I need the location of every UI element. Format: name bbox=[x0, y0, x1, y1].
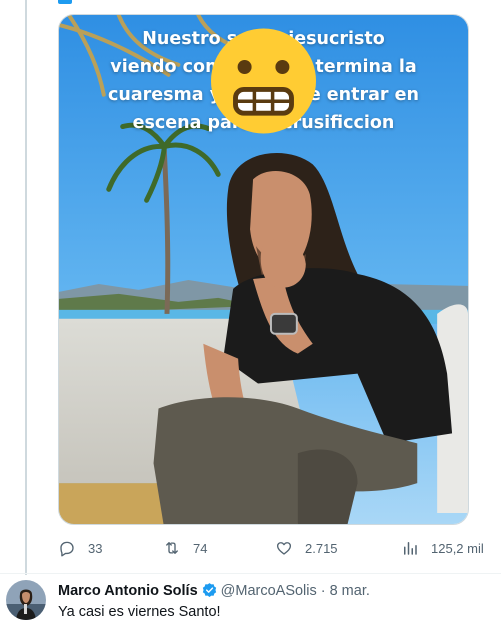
reply-timestamp[interactable]: 8 mar. bbox=[330, 583, 370, 599]
tweet-divider bbox=[0, 573, 501, 574]
author-name[interactable]: Marco Antonio Solís bbox=[58, 583, 198, 599]
thread-connector-line bbox=[25, 0, 27, 575]
repost-button[interactable]: 74 bbox=[163, 539, 207, 557]
like-count: 2.715 bbox=[305, 540, 338, 556]
repost-icon bbox=[166, 542, 178, 554]
user-avatar-image bbox=[6, 580, 46, 620]
author-handle[interactable]: @MarcoASolis bbox=[221, 583, 317, 599]
reply-bubble-icon bbox=[60, 541, 74, 557]
heart-icon bbox=[276, 542, 292, 555]
image-caption: Nuestro señor jesucristo viendo como ya … bbox=[59, 25, 468, 137]
reply-count: 33 bbox=[88, 540, 103, 556]
like-button[interactable]: 2.715 bbox=[275, 539, 338, 557]
repost-count: 74 bbox=[193, 540, 208, 556]
analytics-bar-icon bbox=[404, 542, 417, 555]
grimacing-face-icon bbox=[211, 28, 316, 134]
views-button[interactable]: 125,2 mil bbox=[401, 539, 484, 557]
tweet-media-image[interactable]: Nuestro señor jesucristo viendo como ya … bbox=[58, 14, 469, 525]
reply-text: Ya casi es viernes Santo! bbox=[58, 604, 221, 620]
tweet-actions-bar: 33 74 2.715 125,2 mil bbox=[58, 539, 488, 559]
previous-tweet-edge bbox=[58, 0, 72, 4]
separator-dot: · bbox=[320, 582, 326, 599]
verified-badge-icon bbox=[202, 583, 216, 597]
view-count: 125,2 mil bbox=[431, 540, 484, 556]
avatar[interactable] bbox=[6, 580, 46, 620]
reply-header: Marco Antonio Solís @MarcoASolis · 8 mar… bbox=[58, 582, 370, 599]
reply-button[interactable]: 33 bbox=[58, 539, 102, 557]
